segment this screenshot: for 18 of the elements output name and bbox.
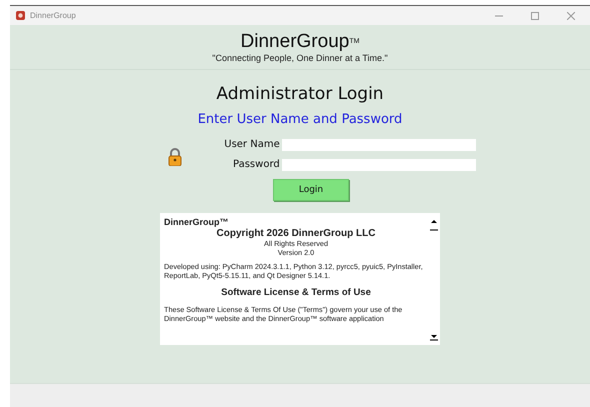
scroll-up-icon[interactable] [430,217,438,231]
license-text: Software License & Terms of Use [220,286,372,298]
tagline: "Connecting People, One Dinner at a Time." [212,53,388,63]
padlock-icon [168,148,182,166]
app-icon [16,11,25,20]
license-text: Copyright 2026 DinnerGroup LLC [216,228,376,240]
input-field[interactable] [282,159,476,171]
close-icon[interactable] [567,12,575,20]
login-subtitle: Enter User Name and Password [198,112,402,127]
login-title: Administrator Login [216,84,384,104]
license-text: DinnerGroup™ [164,217,230,228]
login-button[interactable]: Login [273,179,349,201]
field-label: Password [232,159,280,171]
maximize-icon[interactable] [531,12,539,20]
window-title: DinnerGroup [30,11,77,20]
field-label: User Name [224,139,280,151]
scroll-down-icon[interactable] [430,333,438,341]
input-field[interactable] [282,139,476,151]
